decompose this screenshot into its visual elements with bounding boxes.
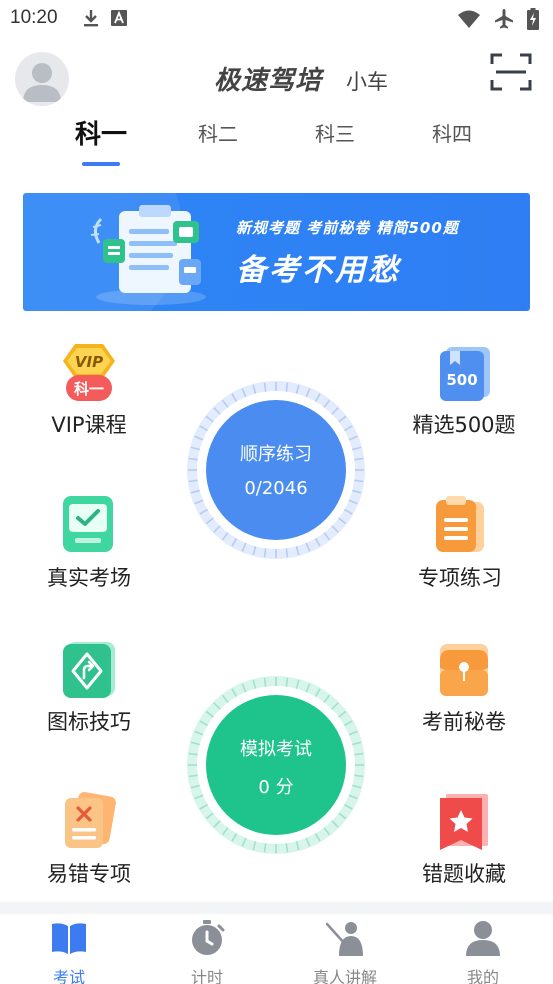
practice-progress: 0/2046 xyxy=(244,478,308,499)
bottom-navigation: 考试 计时 真人讲解 我的 xyxy=(0,914,553,984)
svg-text:科一: 科一 xyxy=(74,380,104,398)
feature-secret-paper-label: 考前秘卷 xyxy=(422,710,506,734)
feature-vip-course[interactable]: VIP 科一 VIP课程 xyxy=(19,343,159,439)
mock-exam-title: 模拟考试 xyxy=(240,739,312,760)
book-icon xyxy=(52,923,86,954)
sequential-practice-button[interactable]: 顺序练习 0/2046 xyxy=(184,378,368,562)
status-time: 10:20 xyxy=(10,7,58,28)
nav-live-lecture[interactable]: 真人讲解 xyxy=(276,914,414,984)
vehicle-type-label[interactable]: 小车 xyxy=(346,66,388,96)
tab-subject-1[interactable]: 科一 xyxy=(51,114,151,151)
feature-select-500-label: 精选500题 xyxy=(412,413,516,437)
stopwatch-icon xyxy=(192,920,225,955)
app-title: 极速驾培 xyxy=(214,66,323,96)
svg-text:VIP: VIP xyxy=(75,353,103,371)
user-avatar[interactable] xyxy=(15,52,69,106)
banner-subtitle: 新规考题 考前秘卷 精简500题 xyxy=(236,219,459,237)
nav-exam[interactable]: 考试 xyxy=(0,914,138,984)
feature-sign-tips-label: 图标技巧 xyxy=(47,710,131,734)
airplane-icon xyxy=(495,9,513,29)
mock-exam-button[interactable]: 模拟考试 0 分 xyxy=(184,673,368,857)
scan-button[interactable] xyxy=(490,52,532,92)
feature-error-prone-label: 易错专项 xyxy=(47,862,131,886)
nav-exam-label: 考试 xyxy=(52,968,85,984)
teacher-icon xyxy=(325,922,363,956)
folder-envelope-icon xyxy=(436,640,492,696)
star-bookmark-icon xyxy=(436,792,492,850)
feature-real-exam[interactable]: 真实考场 xyxy=(19,496,159,592)
clipboard-illustration-icon xyxy=(90,205,206,305)
font-a-icon xyxy=(111,10,127,26)
vip-badge-icon: VIP 科一 xyxy=(61,343,117,401)
practice-title: 顺序练习 xyxy=(240,444,312,465)
nav-timer-label: 计时 xyxy=(190,968,223,984)
monitor-check-icon xyxy=(61,496,117,552)
nav-timer[interactable]: 计时 xyxy=(138,914,276,984)
tab-subject-4[interactable]: 科四 xyxy=(402,118,502,147)
tab-subject-3[interactable]: 科三 xyxy=(285,118,385,147)
feature-error-prone[interactable]: 易错专项 xyxy=(19,792,159,888)
user-avatar-icon xyxy=(23,63,61,102)
nav-live-lecture-label: 真人讲解 xyxy=(312,968,377,984)
feature-sign-tips[interactable]: 图标技巧 xyxy=(19,640,159,736)
question-bank-500-icon: 500 xyxy=(436,343,492,401)
error-note-icon xyxy=(61,792,117,848)
road-sign-icon xyxy=(61,640,117,698)
feature-wrong-collection-label: 错题收藏 xyxy=(422,862,506,886)
status-bar: 10:20 xyxy=(0,0,553,38)
feature-secret-paper[interactable]: 考前秘卷 xyxy=(394,640,534,736)
promo-banner[interactable]: 新规考题 考前秘卷 精简500题 备考不用愁 xyxy=(23,193,530,311)
download-icon xyxy=(84,10,98,27)
svg-text:500: 500 xyxy=(446,371,477,389)
tab-active-indicator xyxy=(82,162,120,166)
subject-tabs: 科一 科二 科三 科四 xyxy=(0,118,553,170)
nav-mine-label: 我的 xyxy=(466,968,499,984)
tab-subject-2[interactable]: 科二 xyxy=(168,118,268,147)
person-icon xyxy=(466,921,500,956)
clipboard-list-icon xyxy=(432,496,488,552)
nav-mine[interactable]: 我的 xyxy=(414,914,552,984)
battery-charging-icon xyxy=(527,8,539,30)
section-divider xyxy=(0,902,553,914)
scan-icon xyxy=(490,53,532,91)
feature-select-500[interactable]: 500 精选500题 xyxy=(394,343,534,439)
wifi-icon xyxy=(458,10,480,28)
feature-special-practice-label: 专项练习 xyxy=(418,566,502,590)
feature-vip-label: VIP课程 xyxy=(51,413,127,437)
feature-special-practice[interactable]: 专项练习 xyxy=(390,496,530,592)
feature-real-exam-label: 真实考场 xyxy=(47,566,131,590)
banner-title: 备考不用愁 xyxy=(236,253,401,288)
feature-wrong-collection[interactable]: 错题收藏 xyxy=(394,792,534,888)
mock-exam-score: 0 分 xyxy=(258,777,294,798)
